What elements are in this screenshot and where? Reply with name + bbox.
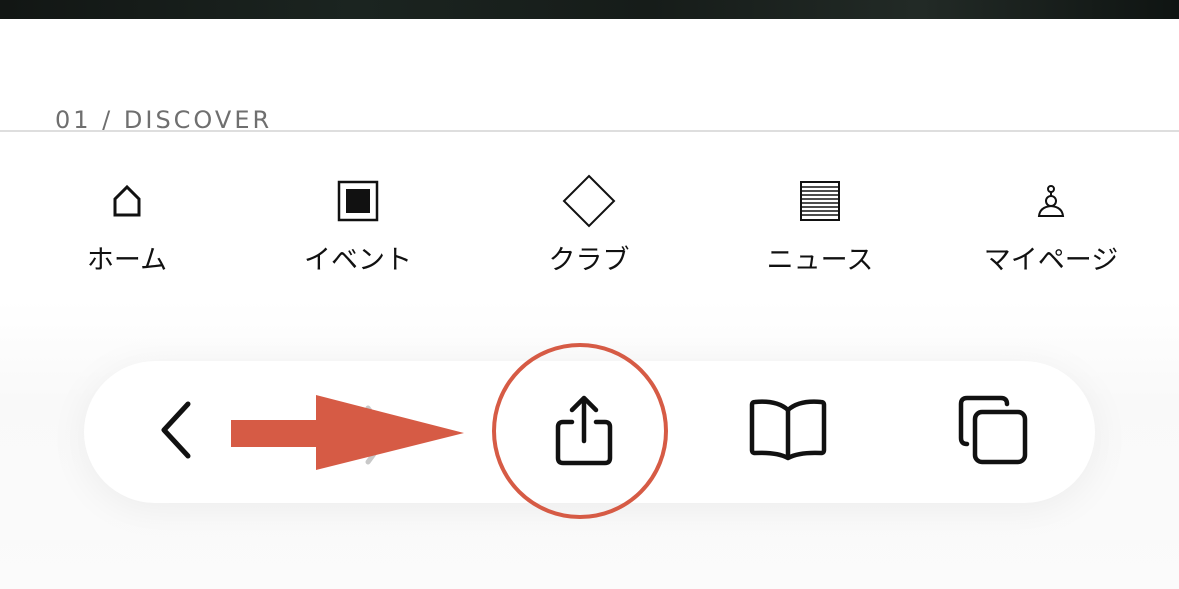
annotation-arrow [228, 393, 468, 473]
back-button[interactable] [136, 392, 216, 472]
section-divider [0, 130, 1179, 132]
home-icon [97, 176, 157, 226]
tab-home-label: ホーム [86, 245, 168, 276]
hero-image-strip [0, 0, 1179, 19]
tab-mypage-label: マイページ [983, 245, 1119, 276]
annotation-highlight-ring [492, 343, 668, 519]
tab-news-label: ニュース [766, 245, 874, 276]
bookmarks-book-icon [749, 398, 827, 466]
bookmarks-button[interactable] [743, 392, 833, 472]
mypage-icon [1021, 176, 1081, 226]
tab-club-label: クラブ [548, 245, 630, 276]
event-icon [328, 176, 388, 226]
site-tab-bar: ホーム イベント クラブ ニュース マイページ [0, 160, 1179, 290]
club-icon [559, 174, 619, 228]
tabs-icon [957, 394, 1029, 470]
tabs-button[interactable] [948, 392, 1038, 472]
tab-event[interactable]: イベント [268, 160, 448, 290]
back-chevron-icon [156, 400, 196, 464]
browser-page: 01 / DISCOVER ホーム イベント クラブ ニュース マイページ [0, 0, 1179, 589]
tab-mypage[interactable]: マイページ [961, 160, 1141, 290]
tab-home[interactable]: ホーム [37, 160, 217, 290]
news-icon [790, 176, 850, 226]
tab-club[interactable]: クラブ [499, 160, 679, 290]
tab-event-label: イベント [304, 245, 412, 276]
tab-news[interactable]: ニュース [730, 160, 910, 290]
